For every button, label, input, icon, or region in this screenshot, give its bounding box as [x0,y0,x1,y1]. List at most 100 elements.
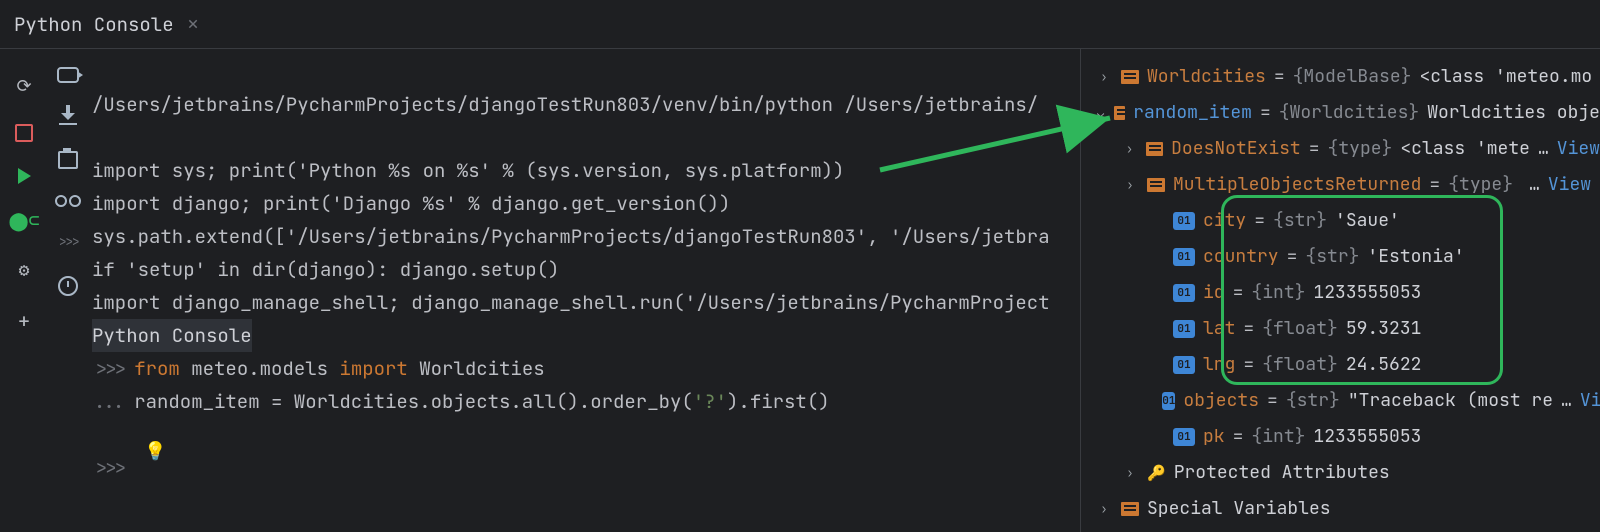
console-line: sys.path.extend(['/Users/jetbrains/Pycha… [92,224,1050,249]
var-type: {float} [1262,311,1338,347]
run-icon[interactable] [18,168,31,184]
code-keyword: import [339,356,407,381]
console-line: /Users/jetbrains/PycharmProjects/djangoT… [92,92,1038,117]
view-link[interactable]: View [1580,383,1600,419]
equals-sign: = [1274,59,1285,95]
var-name: MultipleObjectsReturned [1173,167,1421,203]
chevron-down-icon[interactable]: ⌄ [1095,95,1106,131]
var-name: id [1203,275,1225,311]
soft-wrap-icon[interactable] [57,67,79,83]
settings-icon[interactable]: ⚙ [19,259,30,282]
console-line: import django; print('Django %s' % djang… [92,191,730,216]
var-value: 24.5622 [1346,347,1422,383]
var-value: <class 'meteo.mo [1419,59,1592,95]
chevron-right-icon[interactable]: › [1121,455,1139,491]
history-icon[interactable] [58,276,78,296]
object-icon [1121,70,1139,84]
var-row[interactable]: ›MultipleObjectsReturned = {type} … View [1081,167,1600,203]
console-line: import sys; print('Python %s on %s' % (s… [92,158,844,183]
var-row[interactable]: ›pk = {int} 1233555053 [1081,419,1600,455]
prompt-continuation: ... [92,389,126,414]
left-tool-rail: ⟳ ⬤⊂ ⚙ + [0,49,48,532]
var-name: Special Variables [1147,491,1331,527]
code-keyword: from [134,356,180,381]
var-value: 'Saue' [1335,203,1400,239]
equals-sign: = [1233,275,1244,311]
equals-sign: = [1287,239,1298,275]
console-gutter-toolbar: >>> [48,49,88,532]
var-type: {str} [1273,203,1327,239]
field-icon [1173,248,1195,266]
var-row[interactable]: ⌄random_item = {Worldcities} Worldcities… [1081,95,1600,131]
var-name: objects [1183,383,1259,419]
var-row[interactable]: › Worldcities = {ModelBase} <class 'meteo… [1081,59,1600,95]
equals-sign: = [1267,383,1278,419]
view-link[interactable]: View [1548,167,1591,203]
var-row[interactable]: ›DoesNotExist = {type} <class 'mete… Vie… [1081,131,1600,167]
stop-icon[interactable] [15,124,33,142]
equals-sign: = [1243,347,1254,383]
chevron-right-icon[interactable]: › [1121,167,1139,203]
console-line-highlight: Python Console [92,319,252,352]
debug-icon[interactable]: ⬤⊂ [9,210,40,233]
add-icon[interactable]: + [18,308,30,334]
var-name: pk [1203,419,1225,455]
tab-bar: Python Console ✕ [0,0,1600,49]
field-icon [1162,392,1175,410]
code-text: meteo.models [180,356,340,381]
var-type: {type} [1328,131,1393,167]
var-row[interactable]: › Special Variables [1081,491,1600,527]
var-type: {float} [1262,347,1338,383]
key-icon: 🔑 [1147,455,1166,491]
print-icon[interactable] [58,151,78,169]
code-text: random_item = Worldcities.objects.all().… [134,389,693,414]
var-row[interactable]: ›country = {str} 'Estonia' [1081,239,1600,275]
equals-sign: = [1260,95,1271,131]
var-name: country [1203,239,1279,275]
equals-sign: = [1309,131,1320,167]
view-link[interactable]: View [1557,131,1600,167]
console-output[interactable]: /Users/jetbrains/PycharmProjects/djangoT… [88,49,1080,532]
scroll-to-end-icon[interactable] [59,109,77,125]
console-line: if 'setup' in dir(django): django.setup(… [92,257,559,282]
rerun-icon[interactable]: ⟳ [16,75,31,98]
close-icon[interactable]: ✕ [188,13,199,36]
var-name: lng [1203,347,1235,383]
prompt-primary: >>> [92,455,126,480]
object-icon [1146,142,1163,156]
var-value: "Traceback (most re [1348,383,1553,419]
var-row[interactable]: ›id = {int} 1233555053 [1081,275,1600,311]
var-type: {str} [1286,383,1340,419]
var-row[interactable]: ›city = {str} 'Saue' [1081,203,1600,239]
equals-sign: = [1233,419,1244,455]
tab-python-console[interactable]: Python Console ✕ [14,12,198,37]
tab-title: Python Console [14,12,174,37]
field-icon [1173,428,1195,446]
chevron-right-icon[interactable]: › [1095,491,1113,527]
chevron-right-icon[interactable]: › [1095,59,1113,95]
show-variables-icon[interactable] [55,195,81,207]
var-value: <class 'mete [1400,131,1530,167]
intention-bulb-icon[interactable]: 💡 [144,435,166,468]
var-name: Worldcities [1147,59,1266,95]
code-text: ).first() [727,389,830,414]
ellipsis: … [1529,167,1540,203]
var-row[interactable]: ›lng = {float} 24.5622 [1081,347,1600,383]
var-row[interactable]: ›objects = {str} "Traceback (most re… Vi… [1081,383,1600,419]
var-type: {int} [1251,419,1305,455]
object-icon [1114,106,1125,120]
var-type: {Worldcities} [1279,95,1419,131]
var-row[interactable]: ›lat = {float} 59.3231 [1081,311,1600,347]
chevron-right-icon[interactable]: › [1121,131,1138,167]
variables-panel: ›Worldcities = {ModelBase} <class 'meteo… [1080,49,1600,532]
ellipsis: … [1561,383,1572,419]
equals-sign: = [1429,167,1440,203]
var-name: Protected Attributes [1174,455,1390,491]
var-name: random_item [1133,95,1252,131]
prompt-gutter-icon: >>> [56,233,79,250]
field-icon [1173,356,1195,374]
var-row[interactable]: ›🔑Protected Attributes [1081,455,1600,491]
object-icon [1121,502,1139,516]
var-type: {str} [1305,239,1359,275]
var-type: {ModelBase} [1293,59,1412,95]
